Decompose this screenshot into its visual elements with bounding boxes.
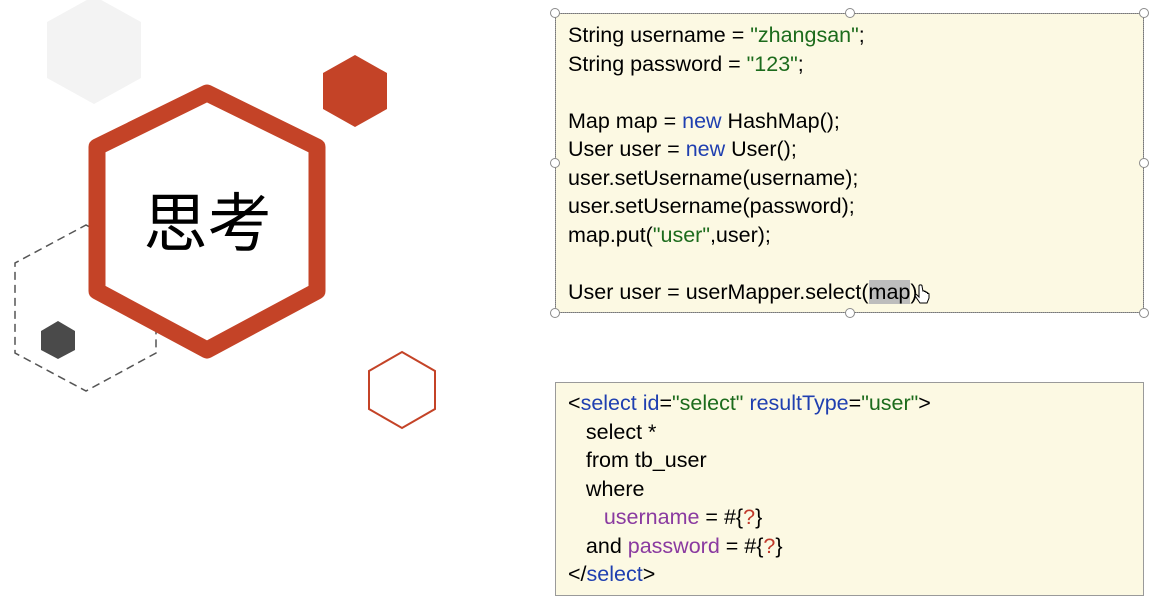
code-line: String password = "123"; [568, 50, 1143, 79]
java-code-box[interactable]: String username = "zhangsan"; String pass… [555, 13, 1144, 313]
faint-gray-hexagon [47, 0, 141, 104]
code-token: String password = [568, 51, 747, 76]
code-token: "123" [746, 51, 798, 76]
slide-title: 思考 [143, 188, 272, 262]
code-line: user.setUsername(password); [568, 192, 1143, 221]
resize-handle-top-left[interactable] [550, 8, 560, 18]
code-token: ? [743, 505, 756, 529]
code-token: > [918, 391, 931, 415]
code-token: new [682, 108, 722, 133]
code-token: = #{ [699, 505, 744, 529]
code-token: id [642, 391, 660, 415]
code-line: String username = "zhangsan"; [568, 21, 1143, 50]
code-token: username [603, 505, 700, 529]
code-line: and password = #{?} [568, 532, 1143, 561]
decorative-hexagons [14, 0, 436, 430]
code-token: ; [858, 23, 865, 47]
code-token: User(); [725, 137, 797, 161]
code-token: > [642, 562, 656, 586]
code-token: } [775, 533, 783, 558]
code-token: } [755, 505, 763, 529]
resize-handle-middle-left[interactable] [550, 158, 560, 168]
hand-pointer-icon [914, 284, 930, 304]
code-line: User user = userMapper.select(map); [568, 278, 1143, 307]
resize-handle-middle-right[interactable] [1139, 158, 1149, 168]
code-token: map [868, 279, 911, 304]
code-token: new [685, 137, 726, 161]
code-token: user.setUsername(username); [568, 165, 859, 190]
code-token: password [627, 533, 720, 558]
code-token: map.put( [568, 222, 653, 247]
code-token: select [580, 391, 637, 415]
code-token: where [568, 476, 645, 501]
code-token: "select" [672, 391, 744, 415]
code-token: User user = [568, 137, 686, 161]
code-token: resultType [749, 391, 849, 415]
code-token: ; [797, 51, 804, 76]
code-line: User user = new User(); [568, 135, 1143, 164]
resize-handle-bottom-center[interactable] [845, 308, 855, 318]
code-token: from tb_user [568, 448, 707, 472]
code-line: where [568, 475, 1143, 504]
code-token: user.setUsername(password); [568, 194, 855, 218]
code-line: Map map = new HashMap(); [568, 107, 1143, 136]
code-token: = [659, 391, 673, 415]
code-token: "user" [652, 222, 710, 247]
resize-handle-bottom-right[interactable] [1139, 308, 1149, 318]
code-token: "zhangsan" [750, 23, 859, 47]
resize-handle-bottom-left[interactable] [550, 308, 560, 318]
code-line: </select> [568, 560, 1143, 589]
small-dark-hexagon [41, 321, 75, 359]
code-token: select * [568, 419, 657, 444]
sql-mapper-code-box[interactable]: <select id="select" resultType="user"> s… [555, 382, 1144, 596]
code-token: ,user); [709, 222, 771, 247]
code-line: select * [568, 418, 1143, 447]
code-token: < [568, 391, 581, 415]
code-token: ? [763, 533, 776, 558]
code-line: <select id="select" resultType="user"> [568, 389, 1143, 418]
code-line: user.setUsername(username); [568, 164, 1143, 193]
code-line: from tb_user [568, 446, 1143, 475]
code-token: String username = [568, 23, 751, 47]
red-outline-small-hexagon [368, 350, 436, 430]
code-token: and [568, 533, 628, 558]
code-token: Map map = [568, 108, 683, 133]
resize-handle-top-center[interactable] [845, 8, 855, 18]
code-line: map.put("user",user); [568, 221, 1143, 250]
resize-handle-top-right[interactable] [1139, 8, 1149, 18]
code-token: "user" [861, 391, 919, 415]
red-filled-hexagon [323, 55, 387, 127]
code-line: username = #{?} [568, 503, 1143, 532]
code-token: = [848, 391, 862, 415]
code-token: </ [568, 562, 587, 586]
code-token: select [586, 562, 643, 586]
code-token: User user = userMapper.select( [568, 279, 869, 304]
code-token: = #{ [719, 533, 764, 558]
code-token: HashMap(); [721, 108, 840, 133]
